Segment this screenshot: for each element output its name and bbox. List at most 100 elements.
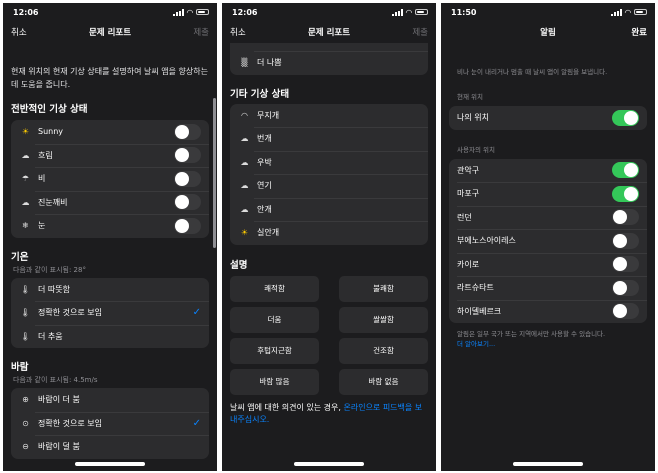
condition-row-cloudy: ☁ 흐림 — [11, 143, 209, 168]
home-indicator[interactable] — [513, 462, 583, 466]
hail-icon: ☁ — [240, 157, 249, 167]
condition-row-rainbow[interactable]: ◠ 무지개 — [230, 104, 428, 128]
condition-row-snow: ❄ 눈 — [11, 214, 209, 238]
feedback-text: 날씨 앱에 대한 의견이 있는 경우, 온라인으로 피드백을 보내주십시오. — [230, 402, 423, 424]
done-button[interactable]: 완료 — [631, 26, 647, 38]
sleet-toggle[interactable] — [174, 194, 201, 211]
wind-down-icon: ⊖ — [22, 442, 29, 452]
desc-button-unpleasant[interactable]: 불쾌함 — [339, 275, 428, 302]
location-row-rastatt: 라트슈타트 — [449, 276, 647, 300]
signal-icon — [172, 8, 184, 16]
temp-option-colder[interactable]: 🌡 더 추움 — [11, 324, 209, 349]
condition-row-worse[interactable]: ▒ 더 나쁨 — [230, 51, 428, 75]
section-heading-description: 설명 — [230, 259, 248, 271]
cancel-button[interactable]: 취소 — [230, 26, 246, 38]
condition-row-mist[interactable]: ☀ 실안개 — [230, 221, 428, 245]
submit-button[interactable]: 제출 — [412, 26, 428, 38]
desc-button-windy[interactable]: 바람 많음 — [230, 368, 319, 395]
fog-icon: ☁ — [240, 204, 249, 214]
user-locations-label: 사용자의 위치 — [457, 145, 495, 154]
wifi-icon: ◠ — [624, 7, 631, 17]
section-heading-wind: 바람 — [11, 362, 29, 373]
haze-icon: ▒ — [241, 58, 248, 68]
nav-bar: 취소 문제 리포트 제출 — [222, 21, 436, 43]
other-conditions-list: ◠ 무지개 ☁ 번개 ☁ 우박 ☁ 연기 ☁ 안개 ☀ 실안개 — [230, 103, 428, 245]
checkmark-icon: ✓ — [192, 307, 201, 319]
desc-button-hot[interactable]: 더움 — [230, 306, 319, 333]
report-screen-2: 12:06 ◠ 취소 문제 리포트 제출 ▒ 더 나쁨 기타 기상 상태 ◠ 무지개… — [222, 3, 436, 471]
clock: 11:50 — [451, 7, 477, 17]
notifications-footnote: 알림은 일부 국가 또는 지역에서만 사용할 수 있습니다. 더 알아보기... — [457, 330, 606, 348]
nav-title: 문제 리포트 — [88, 28, 132, 38]
desc-button-humid[interactable]: 후텁지근함 — [230, 337, 319, 364]
thermometer-mid-icon: 🌡 — [20, 308, 31, 318]
desc-button-pleasant[interactable]: 쾌적함 — [230, 275, 319, 302]
learn-more-link[interactable]: 더 알아보기... — [457, 340, 495, 348]
buenos-aires-toggle[interactable] — [612, 232, 639, 249]
desc-button-calm[interactable]: 바람 없음 — [339, 368, 428, 395]
lightning-icon: ☁ — [240, 134, 249, 144]
report-description: 현재 위치의 현재 기상 상태를 설명하여 날씨 앱을 향상하는 데 도움을 줍… — [11, 67, 208, 89]
condition-row-hail[interactable]: ☁ 우박 — [230, 150, 428, 175]
wind-up-icon: ⊕ — [22, 395, 29, 405]
nav-bar: 알림 완료 — [441, 21, 655, 43]
condition-row-sunny: ☀ Sunny — [11, 120, 209, 144]
checkmark-icon: ✓ — [192, 417, 201, 429]
battery-icon — [415, 9, 428, 15]
desc-button-chilly[interactable]: 쌀쌀함 — [339, 306, 428, 333]
wind-shown: 다음과 같이 표시됨: 4.5m/s — [13, 376, 98, 384]
wind-ok-icon: ⊙ — [22, 418, 29, 428]
user-locations-list: 관악구 마포구 런던 부에노스아이레스 카이로 라트슈타트 하이델베르크 — [449, 158, 647, 323]
sun-icon: ☀ — [21, 127, 30, 137]
wind-options-list: ⊕ 바람이 더 붐 ⊙ 정확한 것으로 보임 ✓ ⊖ 바람이 덜 붐 — [11, 388, 209, 459]
cairo-toggle[interactable] — [612, 256, 639, 273]
rastatt-toggle[interactable] — [612, 279, 639, 296]
home-indicator[interactable] — [75, 462, 145, 466]
rain-toggle[interactable] — [174, 170, 201, 187]
location-row-cairo: 카이로 — [449, 252, 647, 277]
rain-icon: ☂ — [21, 174, 30, 184]
status-bar: 12:06 ◠ — [3, 3, 217, 21]
scrollbar[interactable] — [213, 98, 216, 248]
wind-option-more[interactable]: ⊕ 바람이 더 붐 — [11, 388, 209, 412]
condition-row-fog[interactable]: ☁ 안개 — [230, 197, 428, 222]
gwanak-toggle[interactable] — [612, 162, 639, 179]
notifications-intro: 비나 눈이 내리거나 멈출 때 날씨 앱이 알림을 보냅니다. — [457, 68, 608, 76]
battery-icon — [196, 9, 209, 15]
my-location-toggle[interactable] — [612, 109, 639, 126]
status-bar: 11:50 ◠ — [441, 3, 655, 21]
location-row-my-location: 나의 위치 — [449, 106, 647, 130]
cloudy-toggle[interactable] — [174, 147, 201, 164]
condition-row-lightning[interactable]: ☁ 번개 — [230, 127, 428, 151]
condition-row-smoke[interactable]: ☁ 연기 — [230, 174, 428, 198]
sunny-toggle[interactable] — [174, 123, 201, 140]
wind-option-accurate[interactable]: ⊙ 정확한 것으로 보임 ✓ — [11, 411, 209, 436]
nav-title: 문제 리포트 — [307, 28, 351, 38]
nav-bar: 취소 문제 리포트 제출 — [3, 21, 217, 43]
current-location-label: 현재 위치 — [457, 93, 483, 101]
submit-button[interactable]: 제출 — [193, 26, 209, 38]
location-row-buenos-aires: 부에노스아이레스 — [449, 229, 647, 253]
temp-option-accurate[interactable]: 🌡 정확한 것으로 보임 ✓ — [11, 301, 209, 325]
temp-option-warmer[interactable]: 🌡 더 따뜻함 — [11, 278, 209, 302]
signal-icon — [391, 8, 403, 16]
heidelberg-toggle[interactable] — [612, 303, 639, 320]
snowflake-icon: ❄ — [22, 221, 29, 231]
section-heading-overall: 전반적인 기상 상태 — [11, 104, 88, 115]
mapo-toggle[interactable] — [612, 185, 639, 202]
report-screen-1: 12:06 ◠ 취소 문제 리포트 제출 현재 위치의 현재 기상 상태를 설명… — [3, 3, 217, 471]
snow-toggle[interactable] — [174, 217, 201, 234]
wind-option-less[interactable]: ⊖ 바람이 덜 붐 — [11, 435, 209, 459]
notifications-screen: 11:50 ◠ 알림 완료 비나 눈이 내리거나 멈출 때 날씨 앱이 알림을 … — [441, 3, 655, 471]
nav-title: 알림 — [540, 28, 556, 38]
desc-button-dry[interactable]: 건조함 — [339, 337, 428, 364]
london-toggle[interactable] — [612, 209, 639, 226]
air-quality-list-partial: ▒ 더 나쁨 — [230, 43, 428, 75]
sleet-icon: ☁ — [21, 197, 30, 207]
temperature-shown: 다음과 같이 표시됨: 28° — [13, 265, 86, 274]
location-row-london: 런던 — [449, 205, 647, 230]
cancel-button[interactable]: 취소 — [11, 26, 27, 38]
home-indicator[interactable] — [294, 462, 364, 466]
wifi-icon: ◠ — [405, 7, 412, 17]
current-location-list: 나의 위치 — [449, 106, 647, 130]
